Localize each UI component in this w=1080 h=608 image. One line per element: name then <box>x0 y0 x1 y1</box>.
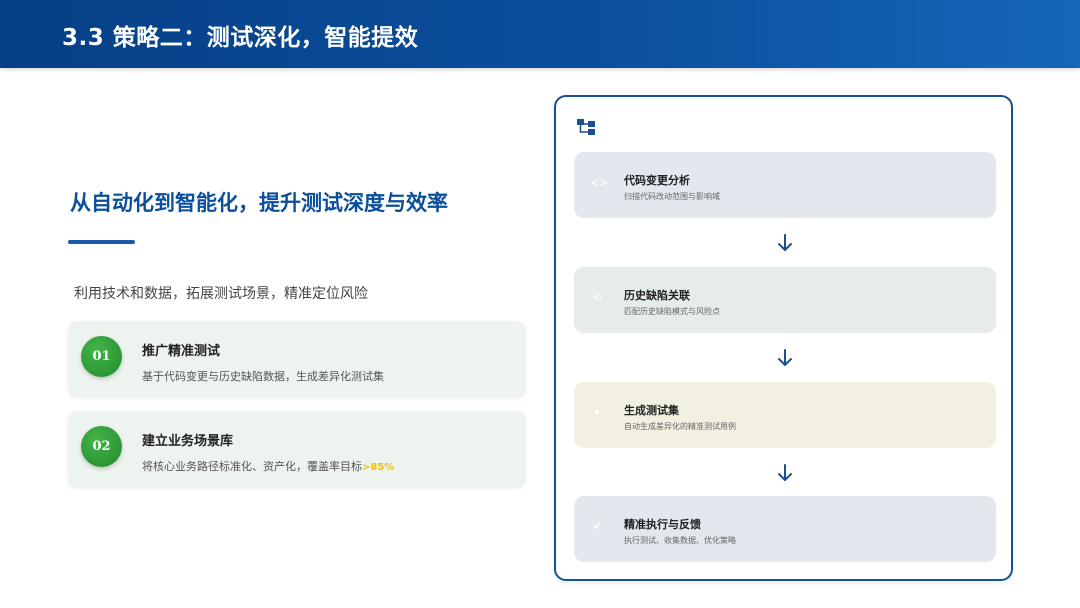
step-title: 代码变更分析 <box>624 174 690 187</box>
card-description: 将核心业务路径标准化、资产化，覆盖率目标>85% <box>142 458 394 474</box>
number-badge: 01 <box>81 336 122 377</box>
step-description: 匹配历史缺陷模式与风险点 <box>624 307 720 316</box>
coverage-target: >85% <box>362 462 395 473</box>
check-icon: ✔ <box>592 520 602 533</box>
number-badge: 02 <box>81 426 122 467</box>
step-title: 生成测试集 <box>624 404 679 417</box>
flow-step-1: <> 代码变更分析 扫描代码改动范围与影响域 <box>574 152 996 218</box>
flow-step-2: ⟲ 历史缺陷关联 匹配历史缺陷模式与风险点 <box>574 267 996 333</box>
header-bar: 3.3 策略二：测试深化，智能提效 <box>0 0 1080 68</box>
arrow-down-icon <box>778 464 792 481</box>
step-description: 执行测试、收集数据、优化策略 <box>624 536 736 545</box>
card-title: 推广精准测试 <box>142 344 221 359</box>
flow-step-3: ✦ 生成测试集 自动生成差异化的精准测试用例 <box>574 382 996 448</box>
step-description: 扫描代码改动范围与影响域 <box>624 192 720 201</box>
subtitle-underline <box>68 240 135 244</box>
code-icon: <> <box>590 176 609 189</box>
magic-icon: ✦ <box>592 406 602 419</box>
flow-step-4: ✔ 精准执行与反馈 执行测试、收集数据、优化策略 <box>574 496 996 562</box>
history-icon: ⟲ <box>592 291 602 304</box>
card-description-text: 将核心业务路径标准化、资产化，覆盖率目标 <box>142 460 362 473</box>
card-title: 建立业务场景库 <box>142 434 234 449</box>
strategy-card-1: 01 推广精准测试 基于代码变更与历史缺陷数据，生成差异化测试集 <box>68 321 526 398</box>
card-description: 基于代码变更与历史缺陷数据，生成差异化测试集 <box>142 370 384 383</box>
step-title: 精准执行与反馈 <box>624 518 701 531</box>
step-description: 自动生成差异化的精准测试用例 <box>624 422 736 431</box>
flowchart-icon <box>577 119 595 135</box>
arrow-down-icon <box>778 234 792 251</box>
page-title: 3.3 策略二：测试深化，智能提效 <box>62 25 419 51</box>
strategy-card-2: 02 建立业务场景库 将核心业务路径标准化、资产化，覆盖率目标>85% <box>68 411 526 488</box>
section-subtitle: 从自动化到智能化，提升测试深度与效率 <box>70 191 448 215</box>
arrow-down-icon <box>778 349 792 366</box>
slide: 3.3 策略二：测试深化，智能提效 从自动化到智能化，提升测试深度与效率 利用技… <box>0 0 1080 608</box>
intro-text: 利用技术和数据，拓展测试场景，精准定位风险 <box>74 286 368 302</box>
step-title: 历史缺陷关联 <box>624 289 690 302</box>
flow-panel: <> 代码变更分析 扫描代码改动范围与影响域 ⟲ 历史缺陷关联 匹配历史缺陷模式… <box>554 95 1013 581</box>
